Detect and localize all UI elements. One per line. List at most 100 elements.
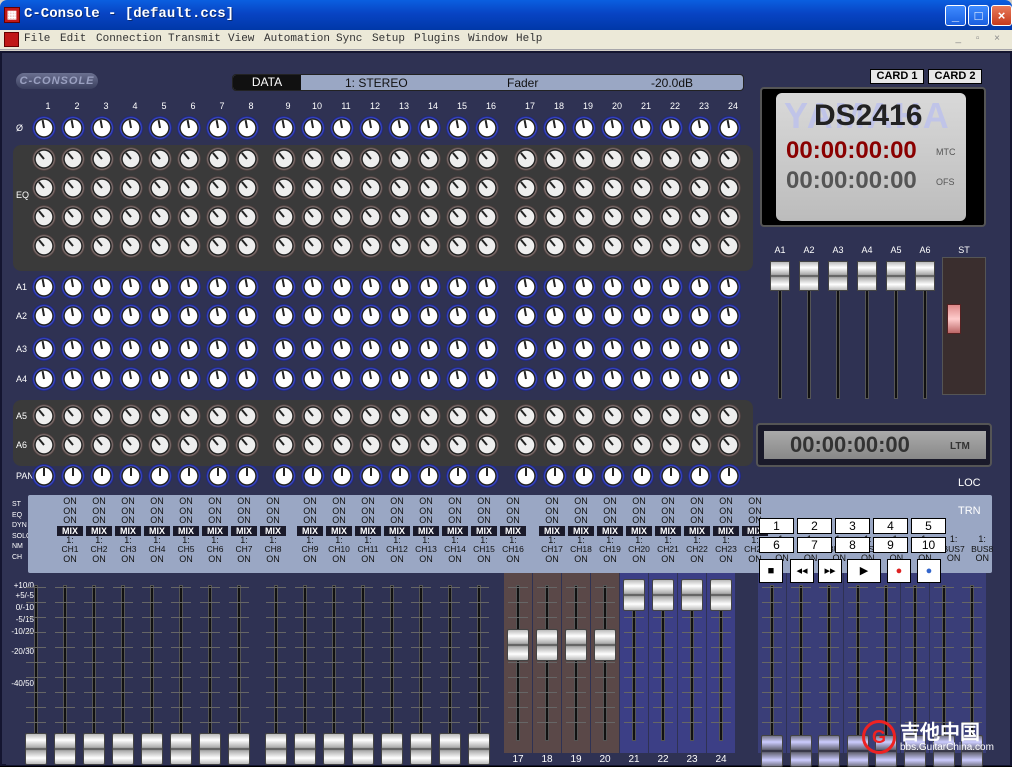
- knob[interactable]: [272, 205, 296, 229]
- knob[interactable]: [301, 147, 325, 171]
- knob[interactable]: [148, 304, 172, 328]
- knob[interactable]: [301, 205, 325, 229]
- knob[interactable]: [359, 275, 383, 299]
- knob[interactable]: [543, 337, 567, 361]
- on-status[interactable]: ON: [266, 496, 280, 506]
- knob[interactable]: [475, 404, 499, 428]
- knob[interactable]: [475, 147, 499, 171]
- knob[interactable]: [446, 367, 470, 391]
- channel-fader[interactable]: 20: [591, 573, 619, 765]
- knob[interactable]: [301, 337, 325, 361]
- knob[interactable]: [446, 116, 470, 140]
- knob[interactable]: [119, 116, 143, 140]
- knob[interactable]: [417, 367, 441, 391]
- channel-fader[interactable]: 21: [620, 573, 648, 765]
- knob[interactable]: [475, 234, 499, 258]
- knob[interactable]: [177, 337, 201, 361]
- knob[interactable]: [119, 337, 143, 361]
- knob[interactable]: [61, 404, 85, 428]
- knob[interactable]: [32, 304, 56, 328]
- knob[interactable]: [32, 367, 56, 391]
- knob[interactable]: [446, 304, 470, 328]
- on-status[interactable]: ON: [448, 506, 462, 516]
- channel-strip[interactable]: ON ON ON MIX 1: CH13 ON: [412, 496, 440, 564]
- knob[interactable]: [514, 337, 538, 361]
- knob[interactable]: [688, 433, 712, 457]
- knob[interactable]: [272, 304, 296, 328]
- on-status[interactable]: ON: [661, 506, 675, 516]
- on-status[interactable]: ON: [477, 506, 491, 516]
- channel-fader[interactable]: [436, 573, 464, 765]
- knob[interactable]: [688, 464, 712, 488]
- on-status[interactable]: ON: [266, 515, 280, 525]
- fader-cap[interactable]: [410, 733, 432, 765]
- channel-strip[interactable]: ON ON ON MIX 1: CH4 ON: [143, 496, 171, 564]
- knob[interactable]: [90, 176, 114, 200]
- on-status[interactable]: ON: [632, 506, 646, 516]
- ch-on-status[interactable]: ON: [332, 554, 346, 564]
- on-status[interactable]: ON: [419, 506, 433, 516]
- on-status[interactable]: ON: [150, 515, 164, 525]
- knob[interactable]: [514, 304, 538, 328]
- channel-fader[interactable]: [758, 573, 786, 767]
- knob[interactable]: [717, 433, 741, 457]
- ch-on-status[interactable]: ON: [237, 554, 251, 564]
- on-status[interactable]: ON: [208, 506, 222, 516]
- knob[interactable]: [446, 147, 470, 171]
- knob[interactable]: [514, 116, 538, 140]
- knob[interactable]: [235, 205, 259, 229]
- knob[interactable]: [359, 116, 383, 140]
- ch-on-status[interactable]: ON: [121, 554, 135, 564]
- knob[interactable]: [119, 304, 143, 328]
- knob[interactable]: [61, 275, 85, 299]
- channel-strip[interactable]: ON ON ON MIX 1: CH23 ON: [712, 496, 740, 564]
- knob[interactable]: [330, 464, 354, 488]
- knob[interactable]: [572, 337, 596, 361]
- knob[interactable]: [330, 304, 354, 328]
- bus-strip[interactable]: 1: BUS8 ON: [968, 534, 996, 564]
- play-button[interactable]: ▶: [847, 559, 881, 583]
- knob[interactable]: [61, 147, 85, 171]
- knob[interactable]: [388, 275, 412, 299]
- on-status[interactable]: ON: [690, 515, 704, 525]
- knob[interactable]: [206, 433, 230, 457]
- knob[interactable]: [717, 275, 741, 299]
- knob[interactable]: [61, 367, 85, 391]
- on-status[interactable]: ON: [419, 496, 433, 506]
- locate-button-4[interactable]: 4: [873, 518, 908, 534]
- menu-plugins[interactable]: Plugins: [414, 33, 460, 45]
- knob[interactable]: [688, 404, 712, 428]
- knob[interactable]: [601, 337, 625, 361]
- knob[interactable]: [688, 147, 712, 171]
- fader-cap[interactable]: [770, 261, 790, 291]
- channel-strip[interactable]: ON ON ON MIX 1: CH3 ON: [114, 496, 142, 564]
- knob[interactable]: [630, 176, 654, 200]
- knob[interactable]: [601, 275, 625, 299]
- knob[interactable]: [688, 304, 712, 328]
- on-status[interactable]: ON: [574, 506, 588, 516]
- fader-cap[interactable]: [228, 733, 250, 765]
- on-status[interactable]: ON: [208, 515, 222, 525]
- knob[interactable]: [388, 367, 412, 391]
- knob[interactable]: [572, 176, 596, 200]
- on-status[interactable]: ON: [506, 496, 520, 506]
- knob[interactable]: [601, 116, 625, 140]
- knob[interactable]: [90, 275, 114, 299]
- knob[interactable]: [630, 433, 654, 457]
- knob[interactable]: [359, 205, 383, 229]
- channel-fader[interactable]: 22: [649, 573, 677, 765]
- knob[interactable]: [177, 404, 201, 428]
- knob[interactable]: [61, 176, 85, 200]
- fader-cap[interactable]: [323, 733, 345, 765]
- knob[interactable]: [177, 433, 201, 457]
- knob[interactable]: [446, 337, 470, 361]
- fader-cap[interactable]: [681, 579, 703, 611]
- locate-button-3[interactable]: 3: [835, 518, 870, 534]
- knob[interactable]: [572, 275, 596, 299]
- channel-fader[interactable]: [167, 573, 195, 765]
- on-status[interactable]: ON: [477, 496, 491, 506]
- on-status[interactable]: ON: [419, 515, 433, 525]
- st-master-fader[interactable]: [942, 257, 986, 395]
- channel-fader[interactable]: [196, 573, 224, 765]
- knob[interactable]: [514, 367, 538, 391]
